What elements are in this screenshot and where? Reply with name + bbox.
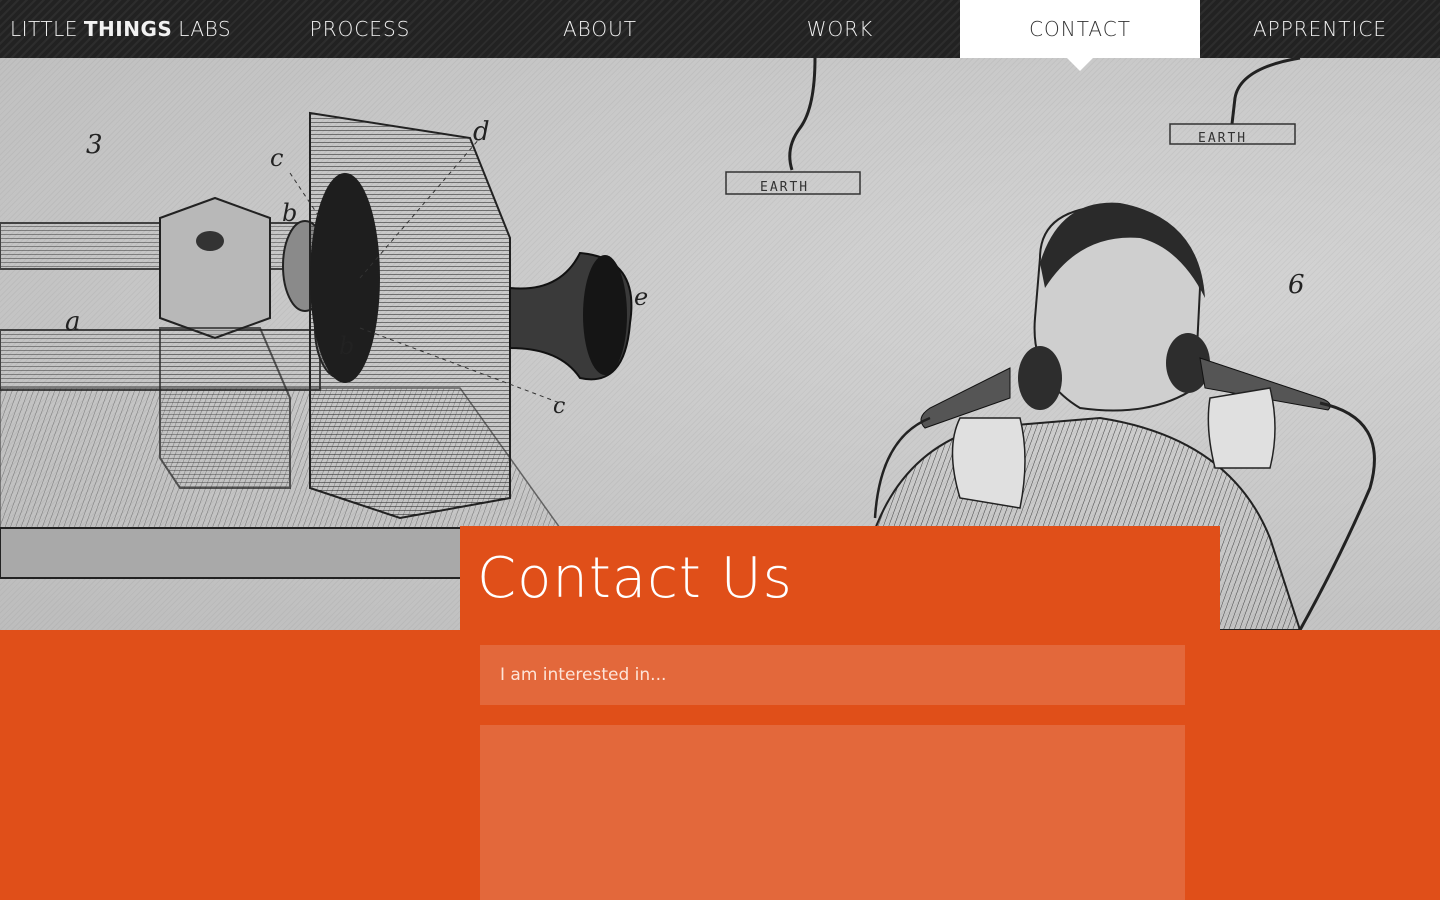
- logo-part-labs: LABS: [178, 17, 232, 41]
- message-textarea[interactable]: [480, 725, 1185, 900]
- contact-title-card: Contact Us: [460, 526, 1220, 630]
- figure-label-d: d: [473, 117, 490, 147]
- earth-label-right: EARTH: [1198, 131, 1247, 146]
- figure-label-c-top: c: [270, 144, 283, 172]
- interest-input[interactable]: [480, 645, 1185, 705]
- logo-part-things: THINGS: [83, 17, 173, 41]
- site-logo[interactable]: LITTLE THINGS LABS: [0, 0, 240, 58]
- figure-label-6: 6: [1288, 270, 1305, 300]
- nav-item-apprentice[interactable]: APPRENTICE: [1200, 0, 1440, 58]
- figure-label-b-bottom: b: [339, 332, 354, 360]
- nav-item-about[interactable]: ABOUT: [480, 0, 720, 58]
- figure-label-b-top: b: [282, 199, 297, 227]
- figure-label-3: 3: [86, 130, 103, 160]
- figure-label-e: e: [634, 283, 648, 311]
- nav-item-contact[interactable]: CONTACT: [960, 0, 1200, 71]
- page-title: Contact Us: [477, 546, 793, 611]
- top-navigation: LITTLE THINGS LABS PROCESS ABOUT WORK CO…: [0, 0, 1440, 71]
- figure-label-a: a: [65, 307, 81, 337]
- logo-part-little: LITTLE: [10, 17, 78, 41]
- earth-label-left: EARTH: [760, 180, 809, 195]
- nav-item-process[interactable]: PROCESS: [240, 0, 480, 58]
- nav-item-work[interactable]: WORK: [720, 0, 960, 58]
- figure-label-c-bottom: c: [553, 394, 565, 419]
